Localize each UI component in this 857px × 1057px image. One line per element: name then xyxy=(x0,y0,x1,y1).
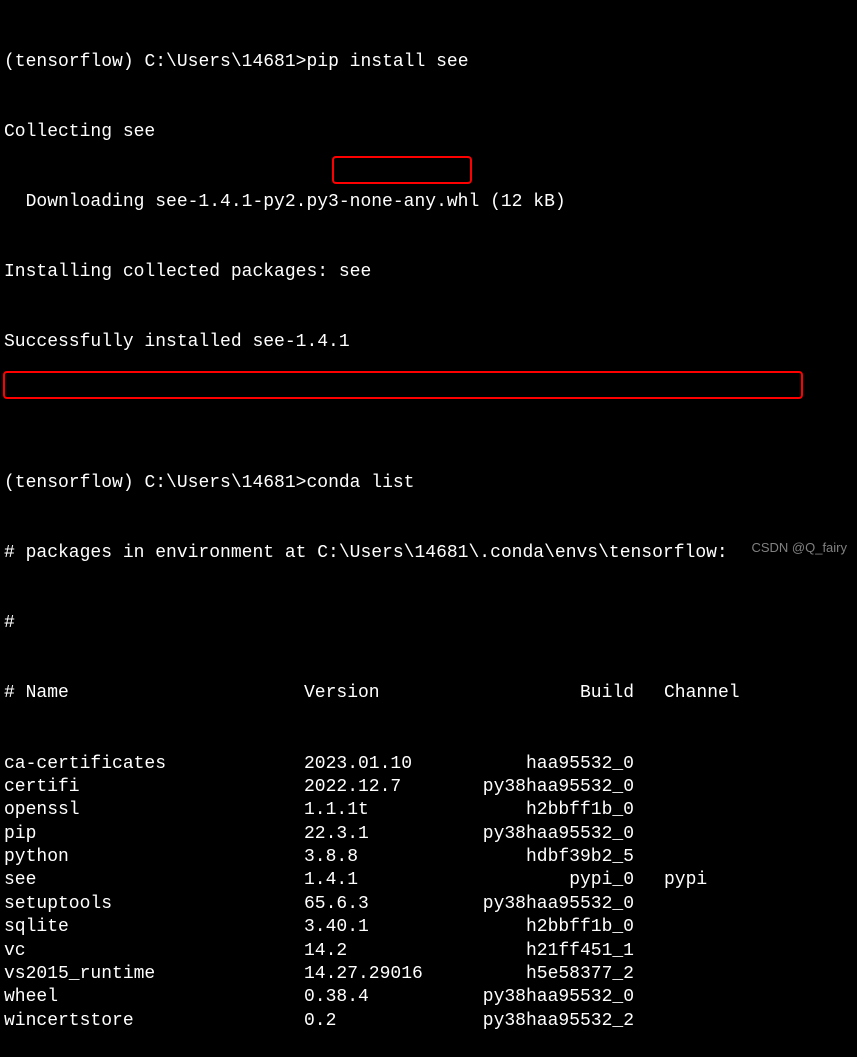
command-text: pip install see xyxy=(306,52,468,72)
package-list: ca-certificates2023.01.10haa95532_0certi… xyxy=(4,753,853,1034)
pkg-name: setuptools xyxy=(4,893,304,916)
prompt-line-1[interactable]: (tensorflow) C:\Users\14681>pip install … xyxy=(4,51,853,74)
header-build: Build xyxy=(479,682,664,705)
pkg-build: haa95532_0 xyxy=(479,753,664,776)
pkg-build: py38haa95532_0 xyxy=(479,893,664,916)
prompt-line-2[interactable]: (tensorflow) C:\Users\14681>conda list xyxy=(4,472,853,495)
command-text: conda list xyxy=(306,473,414,493)
output-line: # xyxy=(4,612,853,635)
env-prefix: (tensorflow) xyxy=(4,473,134,493)
table-row: certifi2022.12.7py38haa95532_0 xyxy=(4,776,853,799)
pkg-channel xyxy=(664,846,764,869)
pkg-version: 0.2 xyxy=(304,1010,479,1033)
pkg-name: wincertstore xyxy=(4,1010,304,1033)
pkg-version: 3.40.1 xyxy=(304,916,479,939)
pkg-build: py38haa95532_0 xyxy=(479,823,664,846)
pkg-version: 2022.12.7 xyxy=(304,776,479,799)
table-row: python3.8.8hdbf39b2_5 xyxy=(4,846,853,869)
pkg-build: hdbf39b2_5 xyxy=(479,846,664,869)
pkg-name: sqlite xyxy=(4,916,304,939)
pkg-build: h2bbff1b_0 xyxy=(479,799,664,822)
pkg-build: pypi_0 xyxy=(479,869,664,892)
pkg-build: h2bbff1b_0 xyxy=(479,916,664,939)
pkg-channel xyxy=(664,963,764,986)
pkg-version: 65.6.3 xyxy=(304,893,479,916)
pkg-version: 14.27.29016 xyxy=(304,963,479,986)
pkg-version: 0.38.4 xyxy=(304,986,479,1009)
pkg-channel xyxy=(664,753,764,776)
table-row: wincertstore0.2py38haa95532_2 xyxy=(4,1010,853,1033)
header-channel: Channel xyxy=(664,682,764,705)
pkg-channel xyxy=(664,916,764,939)
pkg-version: 1.4.1 xyxy=(304,869,479,892)
table-row: openssl1.1.1th2bbff1b_0 xyxy=(4,799,853,822)
pkg-build: py38haa95532_2 xyxy=(479,1010,664,1033)
pkg-channel xyxy=(664,799,764,822)
blank-line xyxy=(4,402,853,425)
table-row: wheel0.38.4py38haa95532_0 xyxy=(4,986,853,1009)
table-row: see1.4.1pypi_0pypi xyxy=(4,869,853,892)
pkg-name: vs2015_runtime xyxy=(4,963,304,986)
pkg-channel xyxy=(664,893,764,916)
pkg-channel xyxy=(664,776,764,799)
pkg-version: 14.2 xyxy=(304,940,479,963)
terminal-output: (tensorflow) C:\Users\14681>pip install … xyxy=(4,4,853,1057)
pkg-version: 1.1.1t xyxy=(304,799,479,822)
pkg-name: ca-certificates xyxy=(4,753,304,776)
table-row: vs2015_runtime14.27.29016h5e58377_2 xyxy=(4,963,853,986)
pkg-version: 2023.01.10 xyxy=(304,753,479,776)
table-row: pip22.3.1py38haa95532_0 xyxy=(4,823,853,846)
header-version: Version xyxy=(304,682,479,705)
pkg-build: h5e58377_2 xyxy=(479,963,664,986)
pkg-name: wheel xyxy=(4,986,304,1009)
path-prefix: C:\Users\14681> xyxy=(144,52,306,72)
pkg-name: see xyxy=(4,869,304,892)
pkg-name: pip xyxy=(4,823,304,846)
output-line: Downloading see-1.4.1-py2.py3-none-any.w… xyxy=(4,191,853,214)
pkg-version: 3.8.8 xyxy=(304,846,479,869)
table-row: setuptools65.6.3py38haa95532_0 xyxy=(4,893,853,916)
watermark: CSDN @Q_fairy xyxy=(751,540,847,557)
pkg-name: certifi xyxy=(4,776,304,799)
header-name: # Name xyxy=(4,682,304,705)
table-row: ca-certificates2023.01.10haa95532_0 xyxy=(4,753,853,776)
pkg-name: vc xyxy=(4,940,304,963)
pkg-name: openssl xyxy=(4,799,304,822)
env-prefix: (tensorflow) xyxy=(4,52,134,72)
pkg-build: py38haa95532_0 xyxy=(479,986,664,1009)
pkg-channel xyxy=(664,986,764,1009)
output-line: Successfully installed see-1.4.1 xyxy=(4,331,853,354)
table-row: vc14.2h21ff451_1 xyxy=(4,940,853,963)
pkg-channel xyxy=(664,1010,764,1033)
pkg-version: 22.3.1 xyxy=(304,823,479,846)
pkg-channel xyxy=(664,823,764,846)
pkg-build: h21ff451_1 xyxy=(479,940,664,963)
pkg-channel: pypi xyxy=(664,869,764,892)
table-header: # NameVersionBuildChannel xyxy=(4,682,853,705)
output-line: Collecting see xyxy=(4,121,853,144)
path-prefix: C:\Users\14681> xyxy=(144,473,306,493)
pkg-build: py38haa95532_0 xyxy=(479,776,664,799)
table-row: sqlite3.40.1h2bbff1b_0 xyxy=(4,916,853,939)
pkg-name: python xyxy=(4,846,304,869)
output-line: # packages in environment at C:\Users\14… xyxy=(4,542,853,565)
output-line: Installing collected packages: see xyxy=(4,261,853,284)
pkg-channel xyxy=(664,940,764,963)
